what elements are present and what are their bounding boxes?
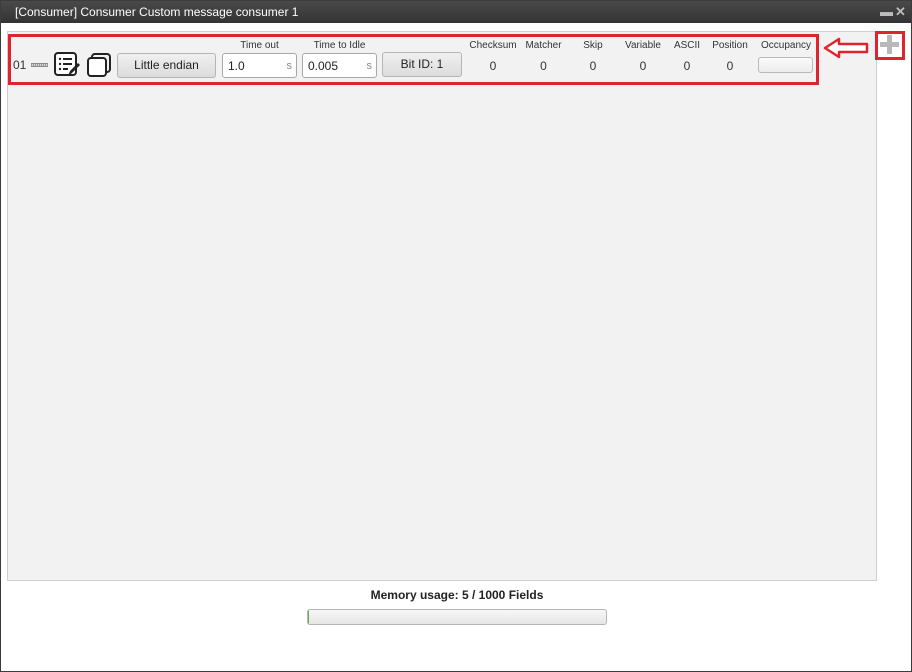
minimize-icon[interactable]: ▬ — [880, 1, 893, 23]
message-fields-panel — [7, 31, 877, 581]
pointer-arrow-icon — [823, 37, 869, 59]
close-icon[interactable]: ✕ — [895, 1, 906, 23]
title-bar: [Consumer] Consumer Custom message consu… — [1, 1, 911, 23]
memory-usage-label: Memory usage: 5 / 1000 Fields — [370, 588, 544, 602]
window-title: [Consumer] Consumer Custom message consu… — [15, 5, 299, 19]
add-field-button[interactable] — [875, 31, 905, 60]
memory-usage-fill — [308, 610, 310, 624]
highlight-frame — [8, 34, 819, 85]
memory-usage-bar — [307, 609, 607, 625]
consumer-window: [Consumer] Consumer Custom message consu… — [0, 0, 912, 672]
